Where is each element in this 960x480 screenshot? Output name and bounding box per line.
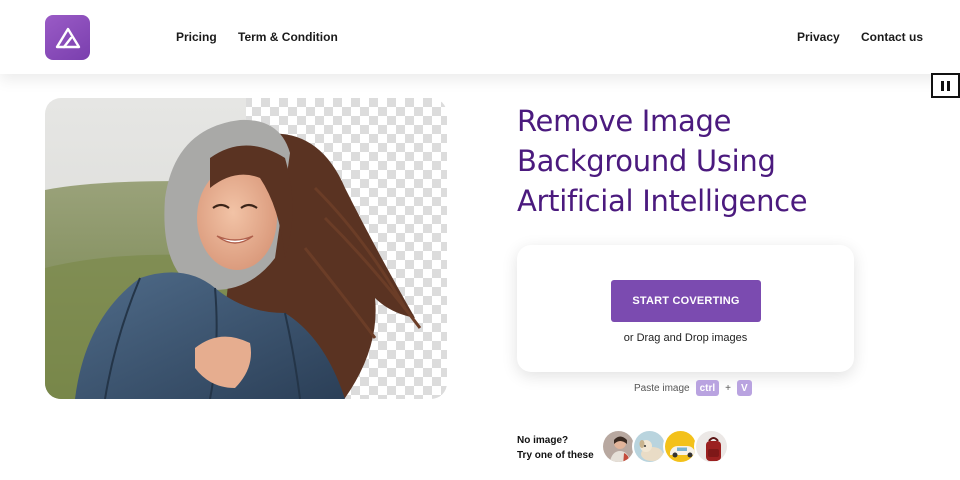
hero-image <box>45 98 447 399</box>
drag-drop-hint: or Drag and Drop images <box>623 332 748 344</box>
bag-sample-icon[interactable] <box>694 429 729 464</box>
headline-line-1: Remove Image <box>517 104 732 138</box>
pause-icon <box>941 80 950 91</box>
page-headline: Remove Image Background Using Artificial… <box>517 101 937 221</box>
car-sample-icon[interactable] <box>663 429 698 464</box>
dog-sample-icon[interactable] <box>632 429 667 464</box>
headline-line-3: Artificial Intelligence <box>517 184 808 218</box>
headline-line-2: Background Using <box>517 144 776 178</box>
paste-label: Paste image <box>634 382 690 394</box>
plus-sign: + <box>725 382 731 394</box>
nav-privacy-link[interactable]: Privacy <box>797 30 840 44</box>
ctrl-key-badge: ctrl <box>695 380 720 396</box>
sample-prompt-line-1: No image? <box>517 435 569 446</box>
sample-prompt: No image? Try one of these <box>517 433 594 463</box>
sample-prompt-line-2: Try one of these <box>517 450 594 461</box>
top-navbar: Pricing Term & Condition Privacy Contact… <box>0 0 960 74</box>
pause-button[interactable] <box>931 73 960 98</box>
paste-hint: Paste image ctrl + V <box>634 379 752 397</box>
v-key-badge: V <box>737 380 752 396</box>
person-sample-icon[interactable] <box>601 429 636 464</box>
upload-dropzone[interactable]: START COVERTING or Drag and Drop images <box>517 245 854 372</box>
nav-contact-link[interactable]: Contact us <box>861 30 923 44</box>
nav-terms-link[interactable]: Term & Condition <box>238 30 338 44</box>
logo-icon[interactable] <box>45 15 90 60</box>
start-converting-button[interactable]: START COVERTING <box>611 280 761 322</box>
nav-pricing-link[interactable]: Pricing <box>176 30 217 44</box>
